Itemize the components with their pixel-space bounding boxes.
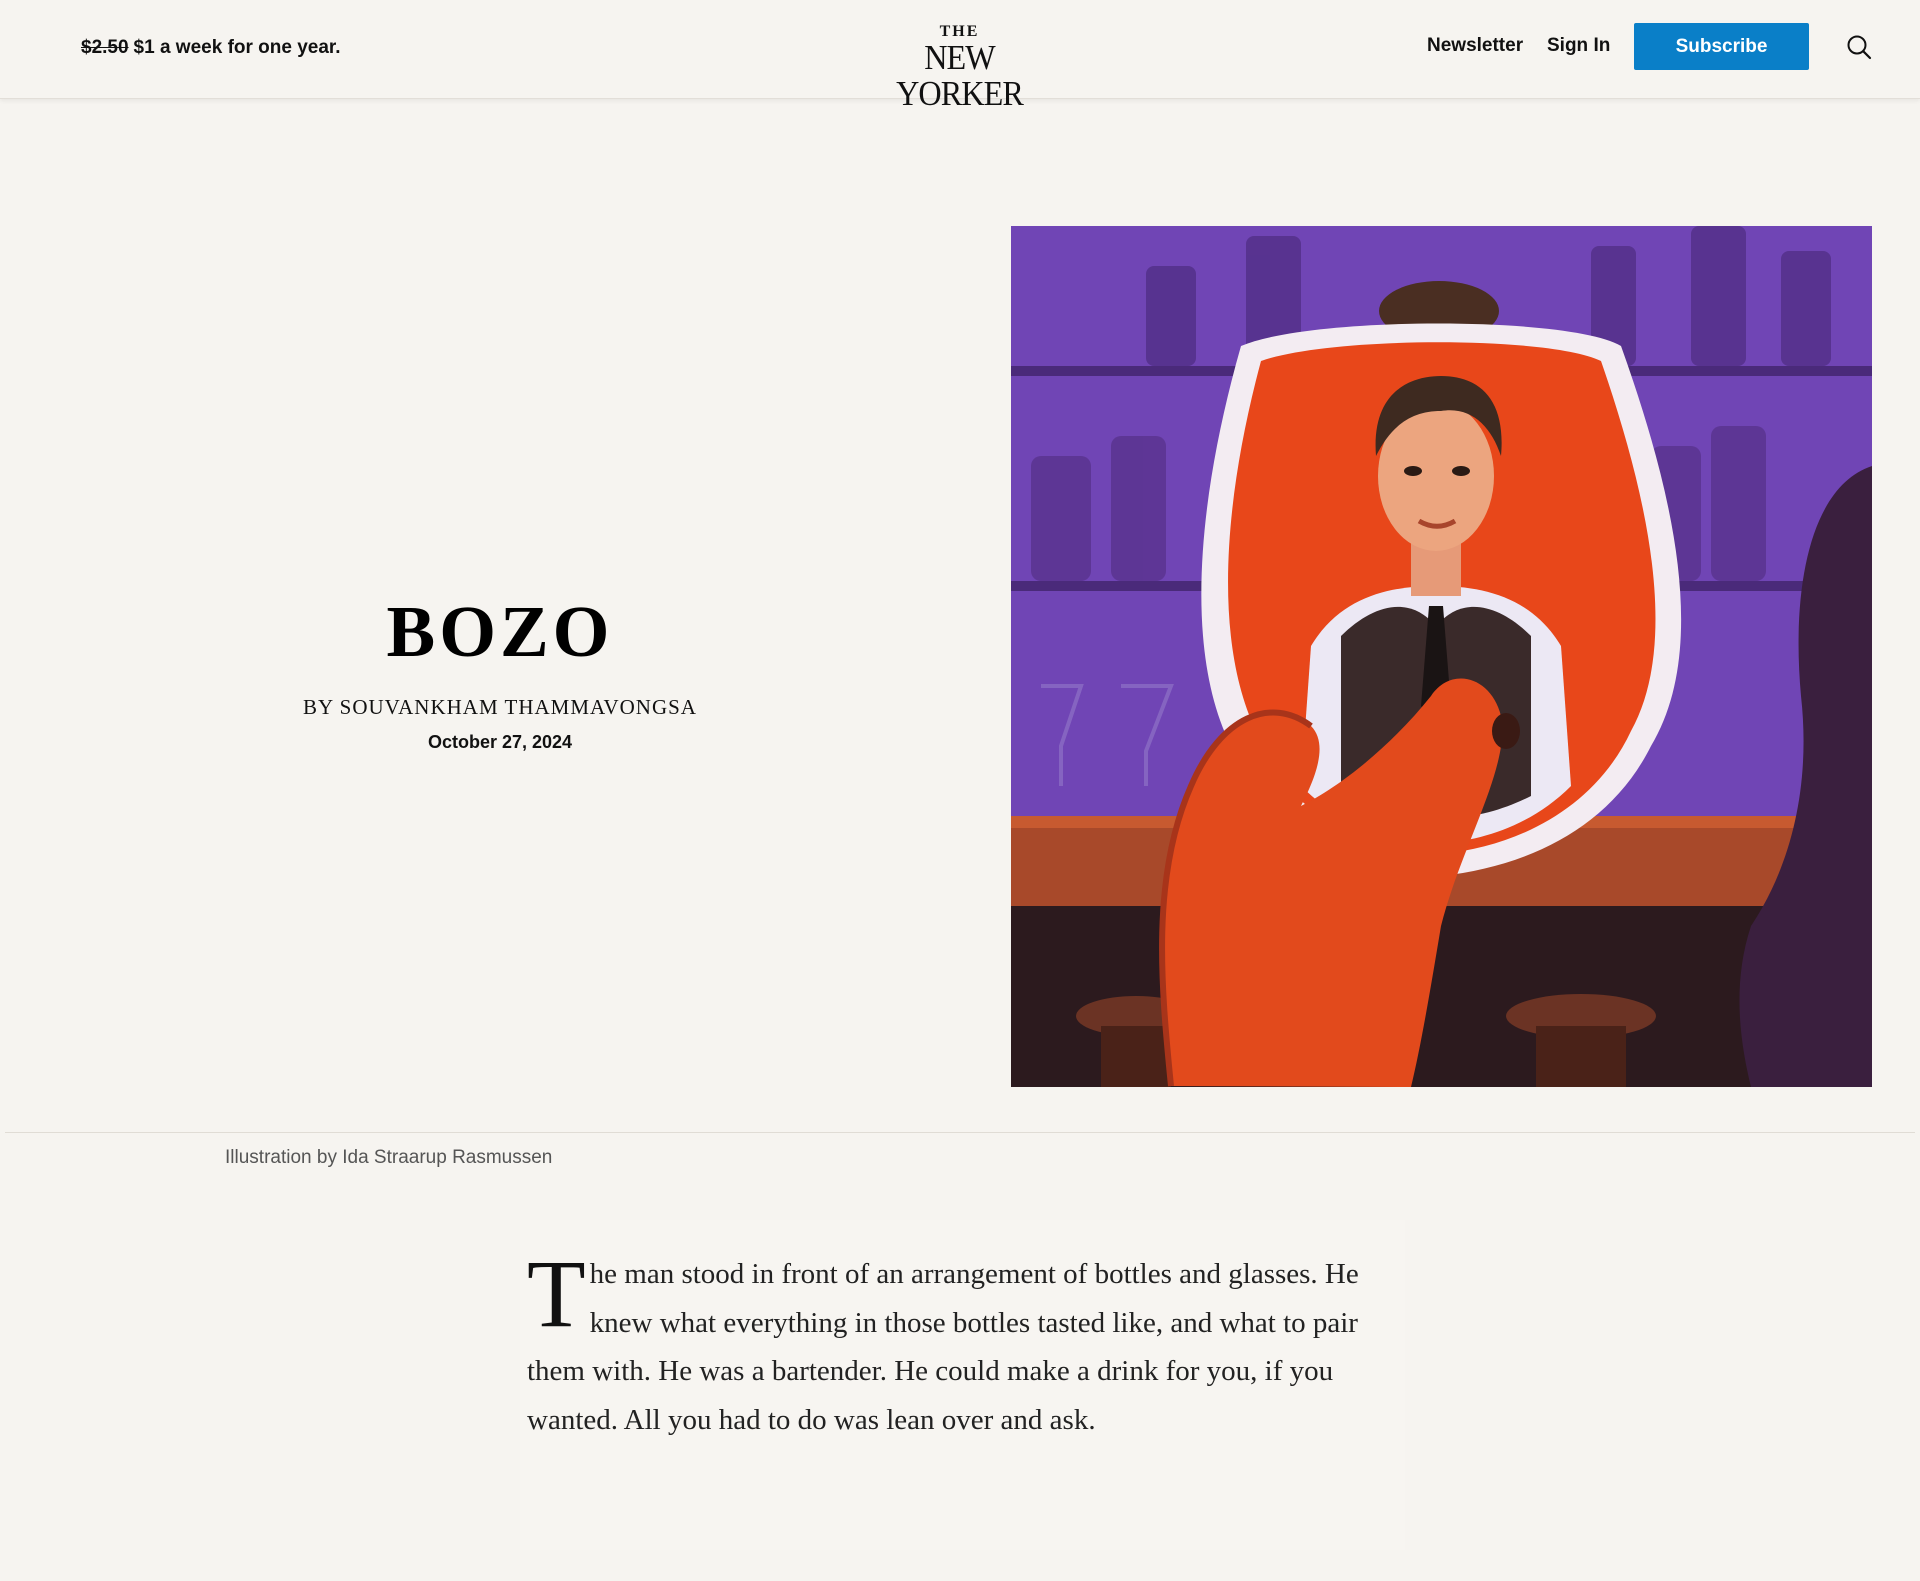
search-icon[interactable] [1846,34,1872,60]
article-body: The man stood in front of an arrangement… [520,1220,1405,1550]
sign-in-link[interactable]: Sign In [1547,35,1610,57]
hero-divider [5,1132,1915,1133]
newsletter-link[interactable]: Newsletter [1427,35,1523,57]
new-yorker-logo[interactable]: THE NEW YORKER [862,24,1057,112]
drop-cap: T [527,1240,586,1347]
subscription-promo[interactable]: $2.50 $1 a week for one year. [81,37,341,59]
illustration-credit: Illustration by Ida Straarup Rasmussen [225,1147,553,1168]
paragraph-text: he man stood in front of an arrangement … [527,1258,1359,1436]
article-date: October 27, 2024 [427,732,573,752]
article-title: BOZO [386,591,614,672]
article-paragraph: The man stood in front of an arrangement… [527,1240,1407,1444]
hero-illustration [1011,226,1872,1087]
article-byline[interactable]: By Souvankham Thammavongsa [250,695,750,720]
site-header: $2.50 $1 a week for one year. THE NEW YOR… [0,0,1920,112]
promo-old-price: $2.50 [81,37,129,58]
subscribe-button[interactable]: Subscribe [1634,23,1809,70]
logo-name: NEW YORKER [896,38,1024,113]
promo-text: $1 a week for one year. [133,37,341,58]
